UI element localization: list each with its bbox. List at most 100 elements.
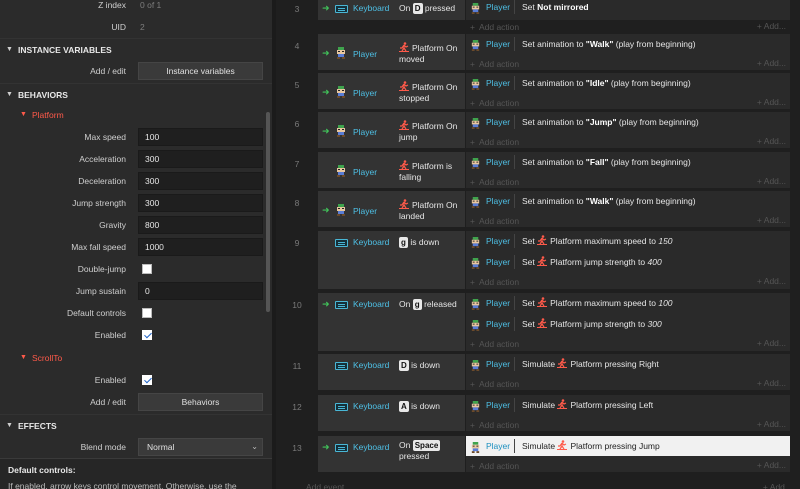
instance-variables-button[interactable]: Instance variables xyxy=(138,62,263,80)
properties-scrollbar[interactable] xyxy=(266,112,270,312)
action-row[interactable]: Player Set animation to "Walk" (play from… xyxy=(466,191,790,211)
deceleration-row: Deceleration 300 xyxy=(0,170,272,192)
key-badge: A xyxy=(399,401,409,412)
event-row[interactable]: 7 Player Platform is falling Player Set anim… xyxy=(276,151,800,189)
action-row[interactable]: Player Set animation to "Walk" (play from… xyxy=(466,34,790,54)
condition-block[interactable]: ➜ Player Platform On landed xyxy=(318,191,465,227)
condition-object: Keyboard xyxy=(353,299,390,309)
deceleration-input[interactable]: 300 xyxy=(138,172,263,190)
double-jump-checkbox[interactable] xyxy=(142,264,152,274)
add-more-link[interactable]: + Add... xyxy=(757,338,786,348)
behaviors-section[interactable]: ▼ BEHAVIORS xyxy=(0,83,272,105)
add-action-link[interactable]: + Add action xyxy=(470,416,519,434)
action-row[interactable]: Player Simulate Platform pressing Jump xyxy=(466,436,790,456)
add-action-link[interactable]: + Add action xyxy=(470,375,519,393)
action-row[interactable]: Player Set Platform jump strength to 300 xyxy=(466,314,790,334)
add-action-link[interactable]: + Add action xyxy=(470,335,519,353)
enabled-row: Enabled xyxy=(0,324,272,346)
action-value: "Walk" xyxy=(585,196,614,206)
enabled-checkbox[interactable] xyxy=(142,330,152,340)
deceleration-label: Deceleration xyxy=(78,176,126,186)
action-text: Set animation to "Walk" (play from begin… xyxy=(522,34,696,54)
condition-text: Platform On moved xyxy=(399,42,465,65)
effects-section[interactable]: ▼ EFFECTS xyxy=(0,414,272,436)
blend-mode-select[interactable]: Normal ⌄ xyxy=(138,438,263,456)
collapse-triangle-icon: ▼ xyxy=(20,111,27,118)
event-number: 7 xyxy=(294,159,300,169)
condition-block[interactable]: Player Platform is falling xyxy=(318,152,465,188)
acceleration-input[interactable]: 300 xyxy=(138,150,263,168)
add-action-label: Add action xyxy=(478,59,520,69)
add-more-link[interactable]: + Add... xyxy=(757,58,786,68)
event-row[interactable]: 3 ➜ Keyboard On D pressed Player Set Not mirr… xyxy=(276,0,800,32)
add-action-link[interactable]: + Add action xyxy=(470,55,519,73)
platform-behavior-header[interactable]: ▼ Platform xyxy=(0,105,272,125)
add-more-link[interactable]: + Add... xyxy=(757,460,786,470)
action-prefix: Set animation to xyxy=(522,157,586,167)
event-row[interactable]: 5 ➜ Player Platform On stopped Player Set ani… xyxy=(276,72,800,110)
green-arrow-icon: ➜ xyxy=(322,299,330,309)
scrollto-enabled-checkbox[interactable] xyxy=(142,375,152,385)
condition-block[interactable]: ➜ Keyboard On D pressed xyxy=(318,0,465,20)
event-row[interactable]: 8 ➜ Player Platform On landed Player Set anim… xyxy=(276,190,800,228)
action-row[interactable]: Player Set animation to "Idle" (play from… xyxy=(466,73,790,93)
event-row[interactable]: 6 ➜ Player Platform On jump Player Set animat… xyxy=(276,111,800,149)
add-action-link[interactable]: + Add action xyxy=(470,457,519,475)
add-action-link[interactable]: + Add action xyxy=(470,133,519,151)
instance-vars-row: Add / edit Instance variables xyxy=(0,60,272,82)
add-more-link[interactable]: + Add... xyxy=(757,215,786,225)
event-row[interactable]: 12 Keyboard A is down Player Simulate Platfo… xyxy=(276,394,800,432)
add-more-link[interactable]: + Add... xyxy=(757,419,786,429)
condition-block[interactable]: Keyboard D is down xyxy=(318,354,465,390)
condition-block[interactable]: Keyboard g is down xyxy=(318,231,465,289)
action-row[interactable]: Player Set Not mirrored xyxy=(466,0,790,17)
max-fall-speed-input[interactable]: 1000 xyxy=(138,238,263,256)
condition-block[interactable]: ➜ Player Platform On stopped xyxy=(318,73,465,109)
action-row[interactable]: Player Set Platform maximum speed to 100 xyxy=(466,293,790,313)
add-more-link[interactable]: + Add... xyxy=(757,276,786,286)
add-action-link[interactable]: + Add action xyxy=(470,273,519,291)
scrollto-behavior-header[interactable]: ▼ ScrollTo xyxy=(0,348,272,368)
action-row[interactable]: Player Set Platform maximum speed to 150 xyxy=(466,231,790,251)
event-number: 10 xyxy=(292,300,302,310)
add-more-link[interactable]: + Add... xyxy=(757,136,786,146)
action-row[interactable]: Player Set animation to "Fall" (play from… xyxy=(466,152,790,172)
action-row[interactable]: Player Simulate Platform pressing Right xyxy=(466,354,790,374)
event-row[interactable]: 9 Keyboard g is down Player Set Platform max… xyxy=(276,230,800,290)
jump-strength-row: Jump strength 300 xyxy=(0,192,272,214)
event-row[interactable]: 4 ➜ Player Platform On moved Player Set anima… xyxy=(276,33,800,71)
jump-strength-input[interactable]: 300 xyxy=(138,194,263,212)
condition-block[interactable]: ➜ Player Platform On moved xyxy=(318,34,465,70)
add-more-link[interactable]: + Add... xyxy=(757,378,786,388)
add-more-link[interactable]: + Add... xyxy=(757,176,786,186)
add-more-link[interactable]: + Add... xyxy=(763,482,792,489)
event-row[interactable]: 10 ➜ Keyboard On g released Player Set Platfo… xyxy=(276,292,800,352)
add-action-link[interactable]: + Add action xyxy=(470,173,519,191)
behaviors-button[interactable]: Behaviors xyxy=(138,393,263,411)
add-event-link[interactable]: Add event xyxy=(306,482,344,489)
platform-behavior-icon xyxy=(537,297,548,307)
action-row[interactable]: Player Set Platform jump strength to 400 xyxy=(466,252,790,272)
gravity-input[interactable]: 800 xyxy=(138,216,263,234)
action-prefix: Simulate xyxy=(522,359,556,369)
event-row[interactable]: 13 ➜ Keyboard On Space pressed Player Simulate… xyxy=(276,435,800,473)
condition-block[interactable]: ➜ Keyboard On Space pressed xyxy=(318,436,465,472)
green-arrow-icon: ➜ xyxy=(322,87,330,97)
condition-block[interactable]: ➜ Keyboard On g released xyxy=(318,293,465,351)
action-row[interactable]: Player Simulate Platform pressing Left xyxy=(466,395,790,415)
add-action-link[interactable]: + Add action xyxy=(470,212,519,230)
add-more-link[interactable]: + Add... xyxy=(757,21,786,31)
uid-value: 2 xyxy=(140,22,145,32)
condition-block[interactable]: ➜ Player Platform On jump xyxy=(318,112,465,148)
section-title: INSTANCE VARIABLES xyxy=(18,45,112,55)
add-action-link[interactable]: + Add action xyxy=(470,94,519,112)
event-row[interactable]: 11 Keyboard D is down Player Simulate Platfo… xyxy=(276,353,800,391)
add-more-link[interactable]: + Add... xyxy=(757,97,786,107)
max-speed-input[interactable]: 100 xyxy=(138,128,263,146)
default-controls-checkbox[interactable] xyxy=(142,308,152,318)
action-row[interactable]: Player Set animation to "Jump" (play from… xyxy=(466,112,790,132)
condition-block[interactable]: Keyboard A is down xyxy=(318,395,465,431)
instance-variables-section[interactable]: ▼ INSTANCE VARIABLES xyxy=(0,38,272,60)
jump-sustain-input[interactable]: 0 xyxy=(138,282,263,300)
action-prefix: Set xyxy=(522,319,535,329)
